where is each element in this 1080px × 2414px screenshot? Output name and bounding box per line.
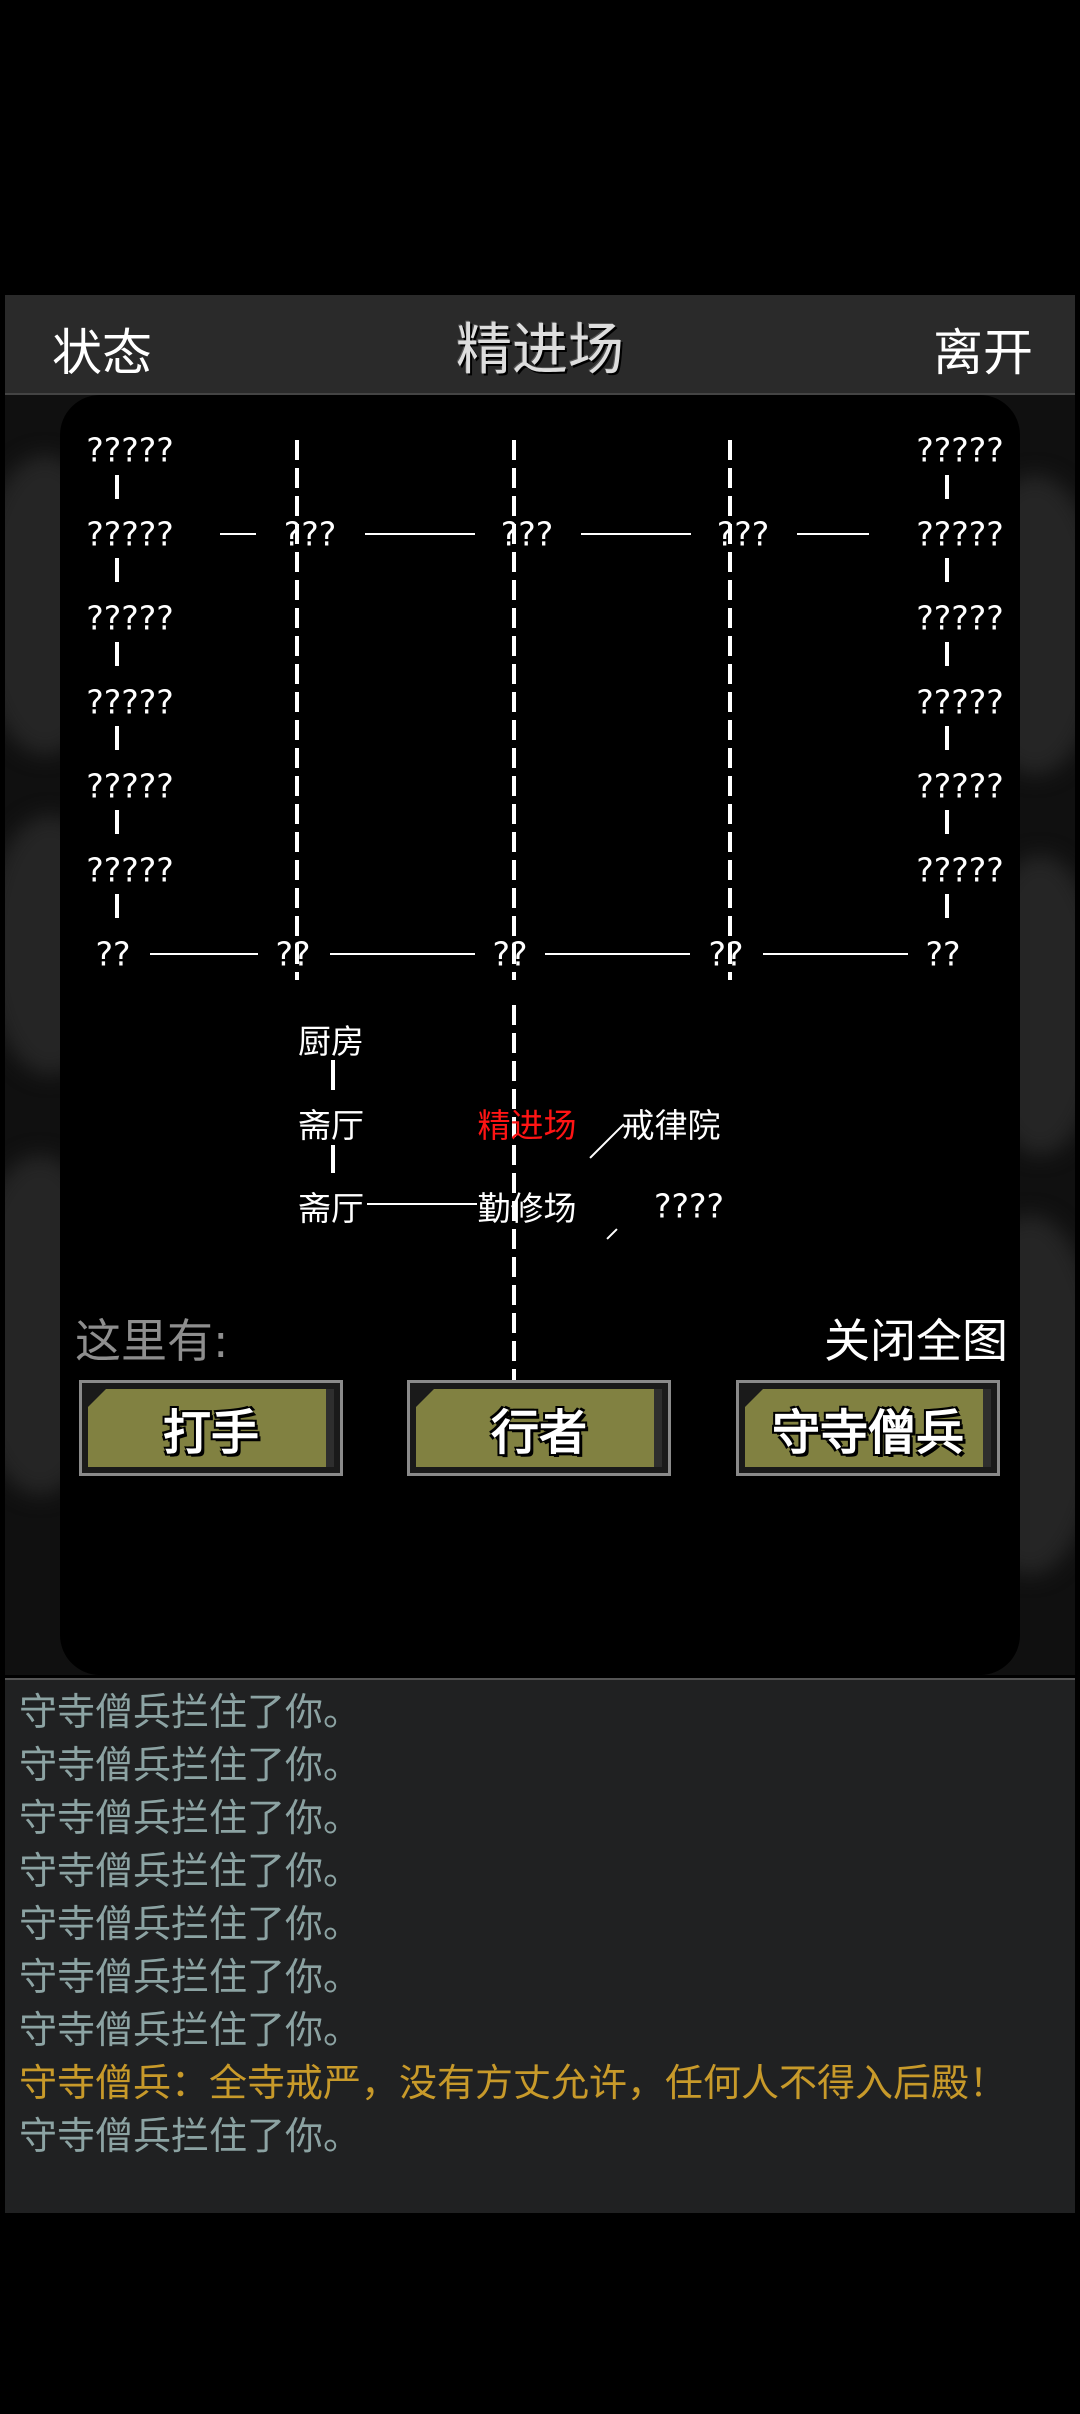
- top-bar: 状态 精进场 离开: [5, 295, 1075, 395]
- npc-button[interactable]: 行者: [407, 1380, 671, 1476]
- map-room-dining-hall[interactable]: 斋厅: [298, 1099, 364, 1147]
- log-line: 守寺僧兵拦住了你。: [19, 1955, 362, 1999]
- world-map: ????? ????? ????? ????? ????? ????? ?? ?…: [5, 395, 1075, 1675]
- map-node-unknown: ??: [275, 934, 311, 974]
- map-node-unknown: ????: [653, 1186, 725, 1226]
- log-line: 守寺僧兵拦住了你。: [19, 1743, 362, 1787]
- npc-button[interactable]: 守寺僧兵: [736, 1380, 1000, 1476]
- map-node-unknown: ?????: [86, 766, 174, 806]
- leave-button[interactable]: 离开: [933, 313, 1033, 385]
- map-room-current[interactable]: 精进场: [478, 1099, 577, 1147]
- map-node-unknown: ?????: [86, 514, 174, 554]
- log-line: 守寺僧兵拦住了你。: [19, 2008, 362, 2052]
- log-line: 守寺僧兵拦住了你。: [19, 2114, 362, 2158]
- here-label: 这里有:: [75, 1314, 229, 1368]
- close-map-button[interactable]: 关闭全图: [824, 1305, 1008, 1371]
- map-node-unknown: ?????: [916, 430, 1004, 470]
- npc-label: 行者: [416, 1389, 662, 1467]
- map-node-unknown: ??: [492, 934, 528, 974]
- map-room-discipline-court[interactable]: 戒律院: [622, 1099, 721, 1147]
- map-node-unknown: ?????: [86, 850, 174, 890]
- message-log[interactable]: 守寺僧兵拦住了你。 守寺僧兵拦住了你。 守寺僧兵拦住了你。 守寺僧兵拦住了你。 …: [5, 1678, 1075, 2213]
- map-node-unknown: ?????: [916, 766, 1004, 806]
- npc-button[interactable]: 打手: [79, 1380, 343, 1476]
- map-node-unknown: ?????: [86, 430, 174, 470]
- map-node-unknown: ???: [283, 514, 337, 554]
- log-line: 守寺僧兵拦住了你。: [19, 1690, 362, 1734]
- map-node-unknown: ??: [925, 934, 961, 974]
- npc-label: 打手: [88, 1389, 334, 1467]
- map-node-unknown: ???: [716, 514, 770, 554]
- npc-label: 守寺僧兵: [745, 1389, 991, 1467]
- map-node-unknown: ?????: [86, 598, 174, 638]
- map-node-unknown: ??: [708, 934, 744, 974]
- map-node-unknown: ???: [500, 514, 554, 554]
- map-node-unknown: ?????: [916, 598, 1004, 638]
- log-line: 守寺僧兵拦住了你。: [19, 1902, 362, 1946]
- map-node-unknown: ??: [95, 934, 131, 974]
- map-node-unknown: ?????: [916, 514, 1004, 554]
- map-room-diligence-field[interactable]: 勤修场: [478, 1182, 577, 1230]
- location-title: 精进场: [456, 318, 624, 383]
- map-node-unknown: ?????: [916, 682, 1004, 722]
- log-line: 守寺僧兵拦住了你。: [19, 1796, 362, 1840]
- map-room-dining-hall[interactable]: 斋厅: [298, 1182, 364, 1230]
- map-room-kitchen[interactable]: 厨房: [298, 1015, 364, 1063]
- map-node-unknown: ?????: [86, 682, 174, 722]
- map-node-unknown: ?????: [916, 850, 1004, 890]
- log-line-speech: 守寺僧兵：全寺戒严，没有方丈允许，任何人不得入后殿！: [19, 2061, 1008, 2105]
- log-line: 守寺僧兵拦住了你。: [19, 1849, 362, 1893]
